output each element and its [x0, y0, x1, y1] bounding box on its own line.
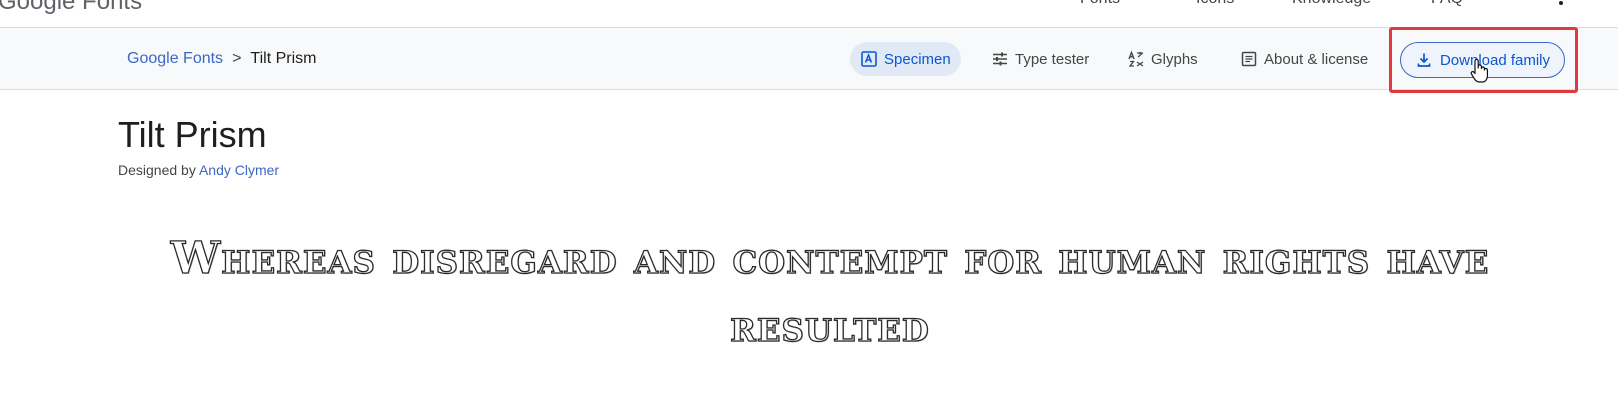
tab-glyphs[interactable]: Glyphs	[1117, 42, 1208, 76]
tab-specimen[interactable]: Specimen	[850, 42, 961, 76]
top-header: Google Fonts Fonts Icons Knowledge FAQ	[0, 0, 1618, 28]
more-vert-icon[interactable]	[1559, 0, 1564, 6]
breadcrumb-current: Tilt Prism	[250, 50, 317, 67]
tab-specimen-label: Specimen	[884, 50, 951, 68]
designer-line: Designed by Andy Clymer	[118, 162, 279, 178]
nav-faq[interactable]: FAQ	[1431, 0, 1463, 8]
glyphs-icon	[1128, 50, 1144, 67]
article-icon	[1241, 51, 1257, 67]
nav-icons[interactable]: Icons	[1196, 0, 1234, 8]
font-toolbar: Google Fonts > Tilt Prism Specimen Type …	[0, 28, 1618, 90]
specimen-icon	[861, 51, 877, 67]
designed-by-label: Designed by	[118, 162, 199, 178]
breadcrumb-root-link[interactable]: Google Fonts	[127, 50, 223, 68]
download-family-label: Download family	[1439, 51, 1551, 69]
hand-cursor-icon	[1470, 58, 1488, 83]
tab-glyphs-label: Glyphs	[1151, 50, 1198, 68]
breadcrumb: Google Fonts > Tilt Prism	[127, 50, 316, 68]
specimen-text[interactable]: Whereas disregard and contempt for human…	[120, 225, 1540, 361]
tab-type-tester[interactable]: Type tester	[981, 42, 1099, 76]
designer-link[interactable]: Andy Clymer	[199, 162, 279, 178]
nav-fonts[interactable]: Fonts	[1080, 0, 1120, 8]
nav-knowledge[interactable]: Knowledge	[1292, 0, 1371, 8]
google-fonts-logo[interactable]: Google Fonts	[0, 0, 142, 16]
font-title: Tilt Prism	[118, 114, 267, 155]
breadcrumb-separator: >	[232, 50, 242, 67]
download-icon	[1417, 53, 1431, 67]
tab-about-license-label: About & license	[1264, 50, 1369, 68]
tune-icon	[993, 52, 1007, 66]
tab-type-tester-label: Type tester	[1015, 50, 1090, 68]
tab-about-license[interactable]: About & license	[1230, 42, 1378, 76]
